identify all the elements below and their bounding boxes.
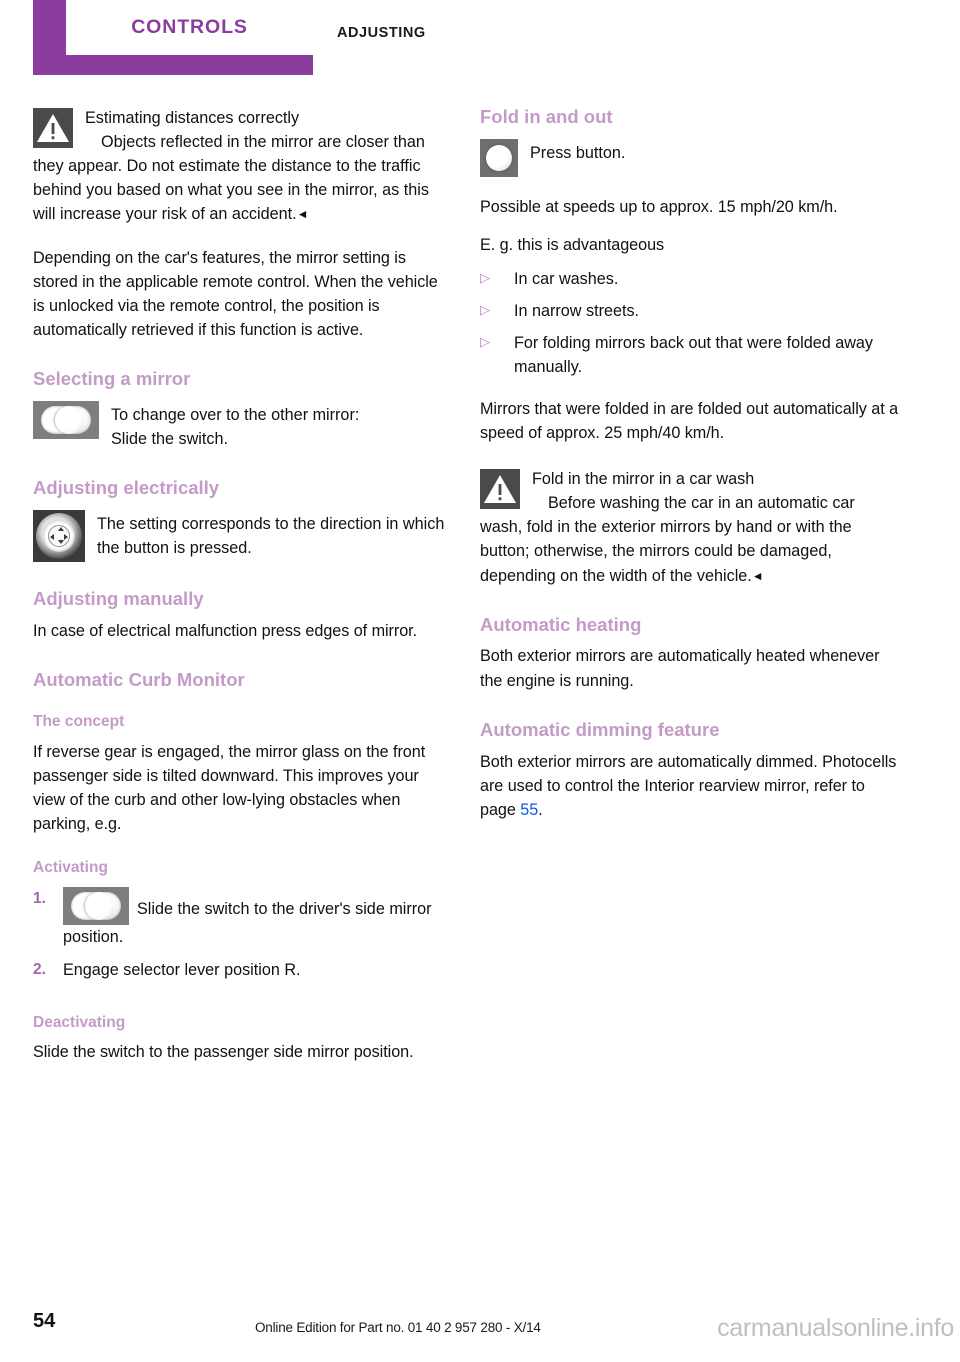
- list-item: ▷ In car washes.: [480, 267, 900, 291]
- heading-adjusting-manually: Adjusting manually: [33, 588, 204, 610]
- list-item: ▷ For folding mirrors back out that were…: [480, 331, 900, 379]
- fold-auto-paragraph: Mirrors that were folded in are folded o…: [480, 400, 899, 443]
- warning-title: Fold in the mirror in a car wash: [532, 470, 755, 489]
- chapter-label: CONTROLS: [131, 16, 248, 38]
- section-label: ADJUSTING: [337, 25, 426, 41]
- warning-body: Objects reflected in the mirror are clos…: [33, 130, 453, 226]
- bullet-text: For folding mirrors back out that were f…: [514, 334, 873, 377]
- page-footer: 54 Online Edition for Part no. 01 40 2 9…: [0, 1292, 960, 1362]
- heading-adjusting-electrically: Adjusting electrically: [33, 477, 220, 499]
- manual-page: CONTROLS ADJUSTING Estimating distances …: [0, 0, 960, 1362]
- selecting-mirror-icon-row: To change over to the other mirror: Slid…: [33, 401, 453, 451]
- warning-end-mark: ◄: [296, 207, 309, 222]
- warning-title: Estimating distances correctly: [85, 109, 300, 127]
- selecting-mirror-line-2: Slide the switch.: [111, 430, 228, 449]
- heading-automatic-dimming-feature: Automatic dimming feature: [480, 718, 720, 740]
- deactivating-text: Slide the switch to the passenger side m…: [33, 1043, 414, 1062]
- warning-triangle-icon: [480, 469, 520, 510]
- heading-the-concept: The concept: [33, 713, 125, 731]
- the-concept-text: If reverse gear is engaged, the mirror g…: [33, 742, 426, 833]
- step-number: 1.: [33, 889, 46, 907]
- warning-triangle-icon: [33, 108, 73, 148]
- bullet-triangle-icon: ▷: [480, 302, 490, 318]
- step-number: 2.: [33, 960, 46, 978]
- joystick-button-icon: [33, 510, 85, 563]
- adjusting-electrically-text: The setting corresponds to the direction…: [97, 515, 445, 558]
- watermark: carmanualsonline.info: [717, 1314, 954, 1342]
- warning-end-mark: ◄: [751, 568, 764, 583]
- fold-speed-paragraph: Possible at speeds up to approx. 15 mph/…: [480, 197, 838, 216]
- automatic-dimming-text-after: .: [538, 800, 543, 819]
- chapter-badge: CONTROLS: [33, 0, 313, 75]
- press-button-text: Press button.: [530, 143, 626, 162]
- automatic-dimming-text: Both exterior mirrors are automatically …: [480, 750, 900, 822]
- bullet-triangle-icon: ▷: [480, 270, 490, 286]
- heading-selecting-a-mirror: Selecting a mirror: [33, 368, 191, 390]
- adjusting-manually-text: In case of electrical malfunction press …: [33, 622, 418, 641]
- heading-automatic-heating: Automatic heating: [480, 613, 642, 635]
- warning-body-text: Objects reflected in the mirror are clos…: [33, 133, 429, 224]
- activating-steps: 1. Slide the switch to the driver's side…: [33, 886, 453, 982]
- paragraph-mirror-memory: Depending on the car's features, the mir…: [33, 249, 438, 340]
- adjusting-electrically-icon-row: The setting corresponds to the direction…: [33, 510, 453, 563]
- mirror-switch-icon: [63, 886, 129, 925]
- heading-automatic-curb-monitor: Automatic Curb Monitor: [33, 669, 245, 691]
- warning-body: Before washing the car in an automatic c…: [480, 491, 900, 587]
- warning-block-car-wash: Fold in the mirror in a car wash Before …: [480, 467, 900, 587]
- fold-press-button-row: Press button.: [480, 138, 900, 177]
- fold-advantageous-paragraph: E. g. this is advantageous: [480, 235, 665, 254]
- bullet-text: In narrow streets.: [514, 302, 640, 321]
- edition-notice: Online Edition for Part no. 01 40 2 957 …: [255, 1320, 541, 1335]
- warning-block-estimating-distances: Estimating distances correctly Objects r…: [33, 106, 453, 226]
- selecting-mirror-text: To change over to the other mirror: Slid…: [111, 401, 359, 451]
- fold-advantage-list: ▷ In car washes. ▷ In narrow streets. ▷ …: [480, 267, 900, 379]
- list-item: 2. Engage selector lever position R.: [33, 958, 453, 982]
- bullet-text: In car washes.: [514, 270, 619, 289]
- heading-activating: Activating: [33, 858, 108, 876]
- heading-fold-in-and-out: Fold in and out: [480, 106, 613, 127]
- bullet-triangle-icon: ▷: [480, 334, 490, 350]
- heading-deactivating: Deactivating: [33, 1014, 126, 1032]
- left-column: Estimating distances correctly Objects r…: [33, 106, 453, 1064]
- mirror-switch-icon: [33, 401, 99, 440]
- step-label-2: Engage selector lever position R.: [63, 960, 301, 979]
- list-item: ▷ In narrow streets.: [480, 299, 900, 323]
- list-item: 1. Slide the switch to the driver's side…: [33, 886, 453, 949]
- selecting-mirror-line-1: To change over to the other mirror:: [111, 406, 360, 425]
- page-header: CONTROLS ADJUSTING: [0, 0, 960, 92]
- right-column: Fold in and out Press button. Possible a…: [480, 106, 900, 822]
- step-text-1: Slide the switch to the driver's side mi…: [63, 886, 453, 949]
- press-button-icon: [480, 138, 518, 177]
- page-reference-link[interactable]: 55: [520, 801, 538, 819]
- automatic-heating-text: Both exterior mirrors are automatically …: [480, 647, 880, 690]
- page-number: 54: [33, 1310, 56, 1332]
- warning-body-text: Before washing the car in an automatic c…: [480, 494, 855, 585]
- chapter-badge-inner: CONTROLS: [66, 0, 313, 55]
